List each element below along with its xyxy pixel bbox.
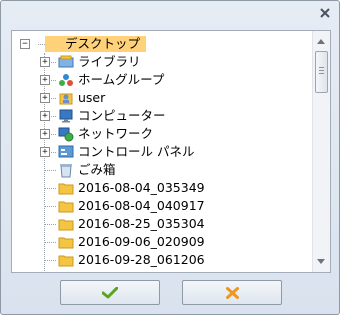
folder-icon [58, 219, 74, 231]
tree-item-folder[interactable]: 2016-09-06_020909 [12, 233, 312, 251]
checkmark-icon [102, 286, 118, 298]
tree-item-homegroup[interactable]: + ホームグループ [12, 71, 312, 89]
tree-item-label: 2016-09-06_020909 [78, 234, 205, 249]
tree-item-recycle-bin[interactable]: ごみ箱 [12, 161, 312, 179]
tree-item-label: ホームグループ [78, 72, 165, 87]
tree-item-user[interactable]: + user [12, 89, 312, 107]
expand-toggle[interactable]: + [40, 111, 50, 121]
folder-icon [58, 201, 74, 213]
library-icon [58, 55, 74, 68]
vertical-scrollbar[interactable] [312, 31, 330, 272]
tree-item-library[interactable]: + ライブラリ [12, 53, 312, 71]
network-icon [58, 127, 74, 142]
tree-connector [44, 260, 56, 261]
expand-toggle[interactable]: + [40, 93, 50, 103]
tree-item-label: コンピューター [78, 108, 166, 123]
scroll-up-icon[interactable] [317, 39, 325, 44]
tree-item-folder[interactable]: 2016-08-04_040917 [12, 197, 312, 215]
close-button[interactable] [317, 5, 333, 21]
expand-toggle[interactable]: + [40, 129, 50, 139]
tree-connector [44, 242, 56, 243]
grip-line [319, 67, 324, 68]
recycle-bin-icon [60, 164, 72, 178]
tree-item-folder[interactable]: 2016-08-04_035349 [12, 179, 312, 197]
tree-row-root[interactable]: − デスクトップ [12, 35, 312, 53]
tree-item-label: ごみ箱 [78, 162, 116, 177]
tree-item-label: 2016-08-04_035349 [78, 180, 205, 195]
expand-toggle[interactable]: + [40, 57, 50, 67]
tree-item-label: 2016-09-28_061206 [78, 252, 205, 267]
folder-icon [58, 237, 74, 249]
tree-item-network[interactable]: + ネットワーク [12, 125, 312, 143]
scroll-thumb[interactable] [315, 51, 328, 93]
folder-browser-dialog: − デスクトップ + ライブラリ + ホームグループ + user + コンピュ… [0, 0, 340, 315]
folder-icon [58, 255, 74, 267]
tree-item-label: user [78, 90, 106, 105]
grip-line [319, 70, 324, 71]
tree-item-folder[interactable]: 2016-08-25_035304 [12, 215, 312, 233]
cross-icon [225, 286, 239, 299]
tree-item-label: ネットワーク [78, 126, 154, 141]
homegroup-icon [59, 74, 73, 86]
folder-tree: − デスクトップ + ライブラリ + ホームグループ + user + コンピュ… [12, 31, 312, 272]
tree-item-control-panel[interactable]: + コントロール パネル [12, 143, 312, 161]
tree-connector [44, 224, 56, 225]
close-icon [320, 8, 330, 18]
tree-connector [44, 188, 56, 189]
expand-toggle[interactable]: + [40, 147, 50, 157]
control-panel-icon [58, 145, 74, 158]
collapse-toggle[interactable]: − [20, 39, 30, 49]
folder-icon [58, 183, 74, 195]
folder-tree-panel: − デスクトップ + ライブラリ + ホームグループ + user + コンピュ… [11, 30, 331, 273]
tree-item-label: 2016-08-04_040917 [78, 198, 205, 213]
cancel-button[interactable] [182, 280, 282, 305]
user-folder-icon [59, 93, 73, 105]
tree-item-folder[interactable]: 2016-09-28_061206 [12, 251, 312, 269]
tree-item-label: 2016-08-25_035304 [78, 216, 205, 231]
tree-connector [44, 206, 56, 207]
tree-item-label: コントロール パネル [78, 144, 195, 159]
tree-item-computer[interactable]: + コンピューター [12, 107, 312, 125]
grip-line [319, 73, 324, 74]
desktop-folder-icon [47, 39, 61, 49]
scroll-down-icon[interactable] [317, 259, 325, 264]
expand-toggle[interactable]: + [40, 75, 50, 85]
ok-button[interactable] [60, 280, 160, 305]
tree-item-label: ライブラリ [78, 54, 141, 69]
root-label-text: デスクトップ [65, 36, 141, 51]
tree-item-label: デスクトップ [45, 36, 147, 52]
computer-icon [59, 109, 73, 123]
tree-connector [44, 170, 56, 171]
